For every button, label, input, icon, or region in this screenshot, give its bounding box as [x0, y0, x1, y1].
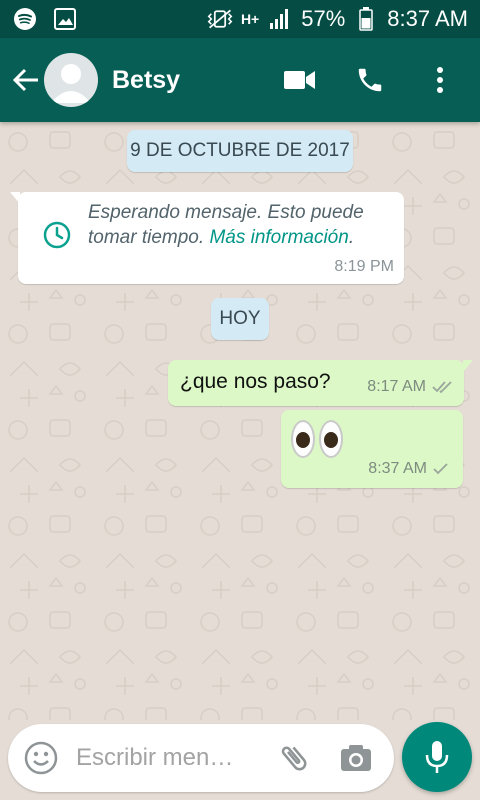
video-call-icon	[284, 71, 315, 89]
date-separator: 9 DE OCTUBRE DE 2017	[127, 130, 353, 172]
clock-time: 8:37 AM	[387, 6, 468, 31]
battery-percent: 57%	[301, 6, 346, 31]
single-check-icon	[433, 463, 448, 475]
more-options-button[interactable]	[422, 62, 458, 98]
outgoing-message[interactable]: ¿que nos paso? 8:17 AM	[168, 360, 473, 406]
status-bar: H+ 57% 8:37 AM	[0, 0, 480, 38]
video-call-button[interactable]	[282, 62, 318, 98]
voice-record-button[interactable]	[402, 722, 472, 792]
phone-call-button[interactable]	[352, 62, 388, 98]
message-composer	[8, 724, 394, 792]
message-time: 8:37 AM	[368, 460, 427, 477]
camera-button[interactable]	[336, 738, 376, 778]
network-type-label: H+	[240, 11, 260, 27]
system-message: Esperando mensaje. Esto puede tomar tiem…	[10, 192, 404, 284]
more-info-link[interactable]: Más información	[209, 227, 348, 248]
double-check-icon	[432, 381, 452, 394]
today-label: HOY	[219, 308, 261, 329]
battery-icon	[353, 6, 379, 32]
clock-icon	[36, 214, 78, 256]
avatar-icon	[51, 64, 91, 103]
back-arrow-icon	[12, 68, 38, 92]
emoji-icon	[24, 741, 58, 775]
chat-area[interactable]: 9 DE OCTUBRE DE 2017 Esperando mensaje. …	[0, 122, 480, 720]
system-message-text: Esperando mensaje. Esto puede tomar tiem…	[88, 200, 388, 250]
mic-icon	[425, 741, 449, 773]
message-time: 8:17 AM	[367, 378, 426, 395]
spotify-icon	[12, 6, 38, 32]
back-button[interactable]	[4, 50, 48, 110]
message-input[interactable]	[76, 744, 266, 772]
camera-icon	[341, 745, 371, 771]
signal-icon	[267, 6, 293, 32]
emoji-button[interactable]	[20, 737, 62, 779]
vibrate-icon	[207, 6, 233, 32]
eyes-emoji-icon	[291, 420, 343, 458]
system-message-trailing: .	[348, 227, 355, 248]
chat-header: Betsy	[0, 38, 480, 122]
avatar[interactable]	[44, 53, 98, 107]
more-options-icon	[437, 67, 443, 93]
gallery-icon	[52, 6, 78, 32]
date-label: 9 DE OCTUBRE DE 2017	[130, 140, 350, 161]
message-text: ¿que nos paso?	[180, 370, 331, 393]
outgoing-message[interactable]: 👀 8:37 AM	[281, 410, 463, 488]
today-separator: HOY	[211, 298, 269, 340]
attach-button[interactable]	[274, 738, 314, 778]
contact-name[interactable]: Betsy	[112, 66, 180, 95]
attach-icon	[281, 746, 307, 771]
system-message-time: 8:19 PM	[334, 258, 394, 275]
phone-icon	[358, 68, 382, 92]
